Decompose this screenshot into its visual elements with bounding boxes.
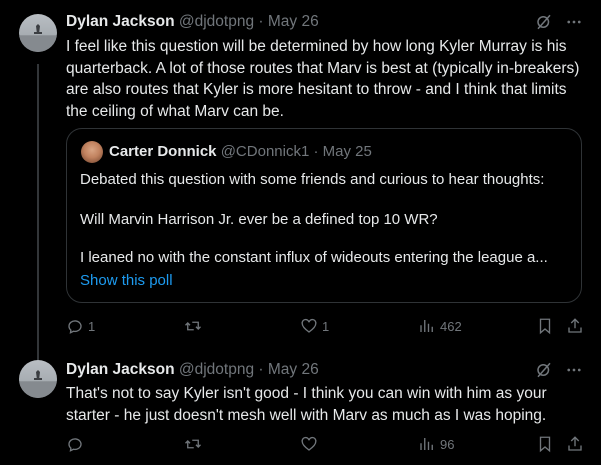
quoted-tweet[interactable]: Carter Donnick @CDonnick1 · May 25 Debat… (66, 128, 582, 303)
retweet-button[interactable] (184, 317, 206, 335)
tweet-date[interactable]: May 26 (268, 361, 319, 378)
share-button[interactable] (566, 435, 584, 453)
share-button[interactable] (566, 317, 584, 335)
reply-icon (66, 317, 84, 335)
share-icon (566, 435, 584, 453)
like-icon (300, 317, 318, 335)
tweet-text: I feel like this question will be determ… (66, 38, 580, 120)
tweet[interactable]: Dylan Jackson @djdotpng · May 26 I feel … (0, 0, 601, 360)
like-count: 1 (322, 318, 330, 334)
views-button[interactable]: 462 (418, 317, 462, 335)
bookmark-button[interactable] (536, 317, 554, 335)
bookmark-icon (536, 435, 554, 453)
avatar[interactable] (19, 14, 57, 52)
quoted-date: May 25 (322, 143, 372, 160)
views-count: 462 (440, 318, 462, 334)
views-button[interactable]: 96 (418, 435, 454, 453)
like-icon (300, 435, 318, 453)
like-button[interactable] (300, 435, 322, 453)
action-bar: 1 1 462 (66, 317, 586, 337)
quoted-text-line: Debated this question with some friends … (80, 171, 545, 188)
tweet-top-icons (535, 361, 583, 384)
views-icon (418, 435, 436, 453)
quoted-text-line: Will Marvin Harrison Jr. ever be a defin… (80, 211, 438, 228)
bookmark-icon (536, 317, 554, 335)
thread-line (37, 64, 39, 360)
tweet-header: Dylan Jackson @djdotpng · May 26 (66, 360, 319, 380)
share-icon (566, 317, 584, 335)
author-name[interactable]: Dylan Jackson (66, 361, 175, 378)
reply-icon (66, 435, 84, 453)
quoted-author-handle: @CDonnick1 (220, 143, 310, 160)
quoted-header: Carter Donnick @CDonnick1 · May 25 (109, 142, 372, 162)
retweet-icon (184, 317, 202, 335)
separator: · (313, 143, 319, 160)
author-name[interactable]: Dylan Jackson (66, 13, 175, 30)
author-handle[interactable]: @djdotpng (179, 13, 254, 30)
bookmark-button[interactable] (536, 435, 554, 453)
author-handle[interactable]: @djdotpng (179, 361, 254, 378)
grok-icon[interactable] (535, 13, 553, 36)
views-icon (418, 317, 436, 335)
quoted-author-name: Carter Donnick (109, 143, 217, 160)
avatar[interactable] (19, 360, 57, 398)
like-button[interactable]: 1 (300, 317, 329, 335)
tweet-header: Dylan Jackson @djdotpng · May 26 (66, 12, 319, 32)
show-poll-link[interactable]: Show this poll (80, 272, 173, 289)
tweet-date[interactable]: May 26 (268, 13, 319, 30)
tweet-top-icons (535, 13, 583, 36)
reply-button[interactable]: 1 (66, 317, 95, 335)
reply-button[interactable] (66, 435, 88, 453)
retweet-button[interactable] (184, 435, 206, 453)
retweet-icon (184, 435, 202, 453)
separator: · (258, 13, 264, 30)
quoted-avatar[interactable] (81, 141, 103, 163)
grok-icon[interactable] (535, 361, 553, 384)
more-icon[interactable] (565, 361, 583, 384)
reply-count: 1 (88, 318, 96, 334)
action-bar: 96 (66, 435, 586, 455)
tweet-text: That's not to say Kyler isn't good - I t… (66, 385, 547, 424)
quoted-text-line: I leaned no with the constant influx of … (80, 249, 548, 266)
views-count: 96 (440, 436, 455, 452)
separator: · (258, 361, 264, 378)
tweet[interactable]: Dylan Jackson @djdotpng · May 26 That's … (0, 346, 601, 465)
more-icon[interactable] (565, 13, 583, 36)
